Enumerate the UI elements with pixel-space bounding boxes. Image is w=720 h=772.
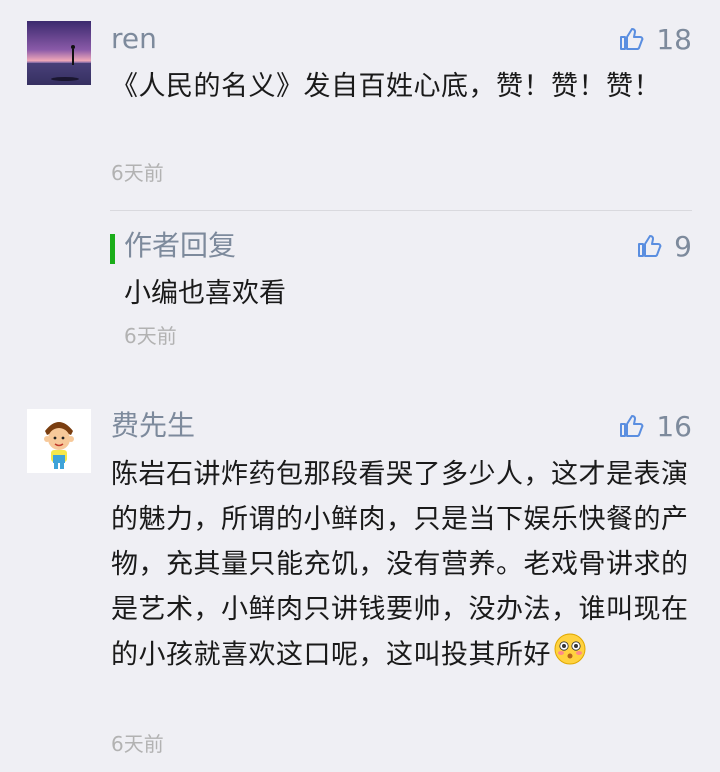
avatar-cartoon-boy-image — [27, 409, 91, 473]
comments-page: ren 18 《人民的名义》发自百姓心底，赞！赞！赞！ 6天前 作者回复 9 小… — [0, 0, 720, 772]
divider — [110, 210, 692, 211]
username[interactable]: 费先生 — [111, 408, 195, 444]
comment-text: 陈岩石讲炸药包那段看哭了多少人，这才是表演的魅力，所谓的小鲜肉，只是当下娱乐快餐… — [111, 452, 691, 680]
thumbs-up-icon — [620, 415, 644, 437]
like-button[interactable]: 16 — [618, 408, 692, 444]
comment-time: 6天前 — [111, 732, 164, 756]
like-button[interactable]: 18 — [618, 21, 692, 57]
reply-like-count: 9 — [674, 229, 692, 263]
thumbs-up-icon — [620, 28, 644, 50]
flushed-face-icon — [553, 632, 587, 680]
reply-time: 6天前 — [124, 324, 177, 348]
avatar[interactable] — [27, 21, 91, 85]
comment-text-body: 陈岩石讲炸药包那段看哭了多少人，这才是表演的魅力，所谓的小鲜肉，只是当下娱乐快餐… — [111, 459, 689, 671]
thumbs-up-icon — [638, 235, 662, 257]
reply-title: 作者回复 — [124, 229, 237, 262]
reply-text: 小编也喜欢看 — [124, 278, 286, 309]
like-count: 18 — [656, 22, 692, 56]
comment-time: 6天前 — [111, 161, 164, 185]
reply-indicator-bar — [110, 234, 115, 264]
username[interactable]: ren — [111, 21, 157, 57]
avatar[interactable] — [27, 409, 91, 473]
like-count: 16 — [656, 409, 692, 443]
avatar-sunset-image — [27, 21, 91, 85]
reply-like-button[interactable]: 9 — [636, 228, 692, 264]
comment-text: 《人民的名义》发自百姓心底，赞！赞！赞！ — [111, 71, 661, 102]
